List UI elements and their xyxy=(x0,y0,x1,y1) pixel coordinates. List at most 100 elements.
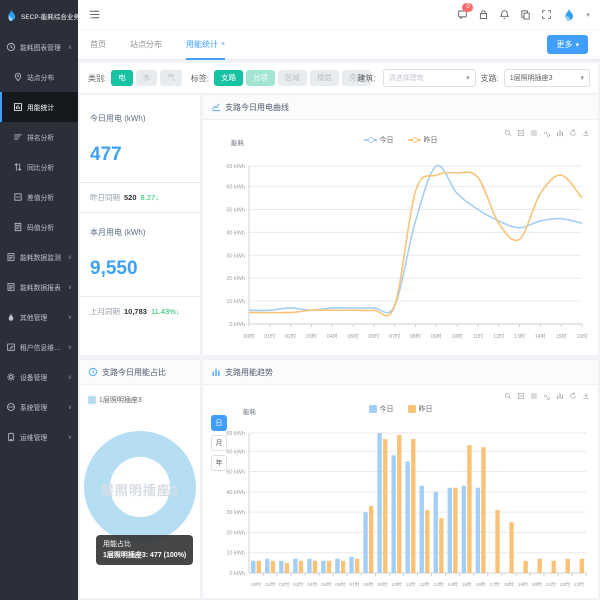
sidebar-item[interactable]: 设备管理∨ xyxy=(0,362,78,392)
sidebar-subitem[interactable]: 排名分析 xyxy=(0,122,78,152)
restore-icon[interactable] xyxy=(569,392,577,400)
doc-icon xyxy=(13,222,23,232)
lock-icon[interactable] xyxy=(478,9,489,20)
sidebar-item[interactable]: 能耗图表管理∧ xyxy=(0,32,78,62)
donut-slice-label: 层照明插座3 xyxy=(80,480,200,499)
tabs: 首页 站点分布用能统计× xyxy=(90,30,225,59)
svg-text:40 kWh: 40 kWh xyxy=(226,230,245,236)
sidebar-subitem[interactable]: 同比分析 xyxy=(0,152,78,182)
chevron-down-icon: ∨ xyxy=(68,344,72,351)
data-view-icon[interactable] xyxy=(530,392,538,400)
filter-category-button[interactable]: 气 xyxy=(160,70,182,86)
svg-text:07时: 07时 xyxy=(389,332,400,340)
sidebar-item[interactable]: 能耗数据报表∨ xyxy=(0,272,78,302)
branch-select[interactable]: 1层照明插座3 ▾ xyxy=(504,69,590,87)
svg-text:02时: 02时 xyxy=(285,332,296,340)
sidebar-item[interactable]: 租户信息维护管理 ∨ xyxy=(0,332,78,362)
grid xyxy=(249,166,582,301)
fullscreen-icon[interactable] xyxy=(541,9,552,20)
filter-tag-button[interactable]: 分项 xyxy=(246,70,275,86)
sidebar-item-label: 租户信息维护管理 xyxy=(20,342,64,352)
chevron-down-icon: ∨ xyxy=(68,404,72,411)
sidebar-item[interactable]: 系统管理∨ xyxy=(0,392,78,422)
line-chart-header: 支路今日用电曲线 xyxy=(203,95,598,120)
message-icon[interactable]: 0 xyxy=(457,9,468,20)
sidebar-item[interactable]: 运维管理∨ xyxy=(0,422,78,452)
sidebar-item-label: 能耗数据监测 xyxy=(20,252,61,262)
pie-chart-card: 支路今日用能占比 1层照明插座3 层照明插座3 用能占比 1层照明插座3: 47… xyxy=(80,360,200,598)
download-icon[interactable] xyxy=(582,392,590,400)
today-usage-value: 477 xyxy=(90,144,190,166)
svg-text:20时: 20时 xyxy=(532,581,542,588)
building-select-placeholder: 请选择建筑 xyxy=(389,73,424,83)
category-label: 类别: xyxy=(88,73,106,84)
svg-text:20 kWh: 20 kWh xyxy=(226,530,245,536)
legend-item[interactable]: 昨日 xyxy=(408,135,438,145)
sidebar-item-label: 能耗数据报表 xyxy=(20,282,61,292)
category-button-group: 电水气 xyxy=(111,70,182,86)
notification-badge: 0 xyxy=(462,3,473,12)
legend-label: 今日 xyxy=(380,135,394,145)
legend-dot-marker xyxy=(368,137,374,143)
tab[interactable]: 用能统计× xyxy=(186,30,225,59)
flame-logo-icon xyxy=(5,9,18,22)
tab[interactable]: 站点分布 xyxy=(130,30,162,59)
drop-icon xyxy=(6,312,16,322)
filter-category-button[interactable]: 水 xyxy=(136,70,158,86)
close-tab-icon[interactable]: × xyxy=(221,41,225,48)
more-button[interactable]: 更多 ▾ xyxy=(547,35,588,54)
sidebar-subitem[interactable]: 站点分布 xyxy=(0,62,78,92)
app-logo: SECP-能耗综合业务平台 xyxy=(0,0,78,32)
bar-type-icon[interactable] xyxy=(556,392,564,400)
filter-tag-button[interactable]: 支路 xyxy=(214,70,243,86)
chevron-down-icon[interactable]: ▾ xyxy=(586,11,590,19)
line-chart[interactable]: 0 kWh10 kWh20 kWh30 kWh40 kWh50 kWh60 kW… xyxy=(205,158,594,348)
legend-item[interactable]: 今日 xyxy=(369,404,394,414)
data-zoom-icon[interactable] xyxy=(504,392,512,400)
building-select[interactable]: 请选择建筑 ▾ xyxy=(383,69,476,87)
user-avatar[interactable] xyxy=(562,8,576,22)
line-type-icon[interactable] xyxy=(543,392,551,400)
chevron-down-icon: ∨ xyxy=(68,434,72,441)
sidebar-item[interactable]: 其他管理∨ xyxy=(0,302,78,332)
filter-category-button[interactable]: 电 xyxy=(111,70,133,86)
svg-text:16时: 16时 xyxy=(577,332,588,340)
bar-chart[interactable]: 0 kWh10 kWh20 kWh30 kWh40 kWh50 kWh60 kW… xyxy=(205,425,594,593)
legend-square-marker xyxy=(408,405,416,413)
chevron-down-icon: ▾ xyxy=(466,74,470,82)
trend-icon xyxy=(211,367,221,377)
filter-tag-button[interactable]: 楼层 xyxy=(310,70,339,86)
svg-text:17时: 17时 xyxy=(490,581,500,588)
legend-item[interactable]: 1层照明插座3 xyxy=(88,395,142,405)
svg-text:40 kWh: 40 kWh xyxy=(226,490,245,496)
legend-label: 今日 xyxy=(380,404,394,414)
tab[interactable]: 首页 xyxy=(90,30,106,59)
legend-item[interactable]: 昨日 xyxy=(408,404,433,414)
sidebar-item[interactable]: 能耗数据监测∨ xyxy=(0,242,78,272)
svg-text:08时: 08时 xyxy=(363,581,373,588)
filter-tag-button[interactable]: 区域 xyxy=(278,70,307,86)
tab-label: 首页 xyxy=(90,39,106,50)
svg-text:21时: 21时 xyxy=(546,581,556,588)
y-axis-labels: 0 kWh10 kWh20 kWh30 kWh40 kWh50 kWh60 kW… xyxy=(226,164,245,328)
pie-tooltip-value: 1层照明插座3: 477 (100%) xyxy=(103,550,186,561)
bar-chart-header: 支路用能趋势 xyxy=(203,360,598,385)
bar-chart-icon xyxy=(13,102,23,112)
legend-item[interactable]: 今日 xyxy=(364,135,394,145)
zoom-reset-icon[interactable] xyxy=(517,392,525,400)
bar-series-0[interactable] xyxy=(251,433,480,573)
sidebar-subitem[interactable]: 差值分析 xyxy=(0,182,78,212)
line-series-0[interactable] xyxy=(249,165,582,312)
copy-icon[interactable] xyxy=(520,9,531,20)
svg-text:12时: 12时 xyxy=(493,332,504,340)
last-month-label: 上月同期 xyxy=(90,306,120,317)
line-series-1[interactable] xyxy=(249,172,582,316)
sidebar-subitem[interactable]: 用能统计 xyxy=(0,92,78,122)
x-axis-labels: 00时01时02时03时04时05时06时07时08时09时10时11时12时1… xyxy=(251,573,586,588)
bell-icon[interactable] xyxy=(499,9,510,20)
svg-text:69 kWh: 69 kWh xyxy=(226,431,245,437)
today-usage-title: 今日用电 (kWh) xyxy=(90,113,190,124)
svg-text:09时: 09时 xyxy=(377,581,387,588)
legend-square-marker xyxy=(369,405,377,413)
sidebar-subitem[interactable]: 码值分析 xyxy=(0,212,78,242)
